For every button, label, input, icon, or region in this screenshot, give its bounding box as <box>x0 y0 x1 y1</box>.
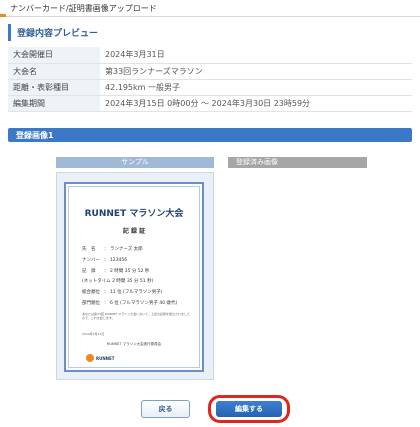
certificate-note: あなたは第33回 RUNNET マラソン大会において、上記の記録を樹立されました… <box>82 312 190 320</box>
certificate-row-value: ランナーズ 太郎 <box>109 247 143 252</box>
certificate-row-value: 11 位 (フルマラソン男子) <box>109 290 163 295</box>
row-value: 2024年3月15日 0時00分 〜 2024年3月30日 23時59分 <box>100 95 412 112</box>
certificate-row: 部門順位： 6 位 (フルマラソン男子 40 歳代) <box>82 301 178 306</box>
table-row: 大会開催日 2024年3月31日 <box>8 47 412 64</box>
registered-header: 登録済み画像 <box>228 157 367 168</box>
table-row: 大会名 第33回ランナーズマラソン <box>8 63 412 80</box>
certificate-date: 2024年3月31日 <box>82 332 105 336</box>
runnet-logo: RUNNET <box>86 354 114 362</box>
edit-button[interactable]: 編集する <box>216 401 282 417</box>
certificate-org: RUNNET マラソン大会実行委員会 <box>106 342 162 346</box>
certificate-row-key: ナンバー <box>82 258 100 263</box>
header-accent <box>0 14 6 17</box>
runnet-logo-text: RUNNET <box>96 355 115 361</box>
row-label: 大会開催日 <box>8 47 100 64</box>
back-button[interactable]: 戻る <box>141 400 190 418</box>
certificate-row-key: 記 録 <box>82 269 96 274</box>
preview-title: 登録内容プレビュー <box>17 29 99 39</box>
certificate-row-key: 氏 名 <box>82 247 96 252</box>
image-section-title: 登録画像1 <box>16 131 54 140</box>
row-value: 2024年3月31日 <box>100 47 412 64</box>
preview-table: 大会開催日 2024年3月31日 大会名 第33回ランナーズマラソン 距離・表彰… <box>8 47 412 112</box>
runnet-logo-icon <box>86 354 94 362</box>
certificate-row: (ネットタイム 2 時間 35 分 51 秒) <box>82 278 153 284</box>
certificate-row-value: 6 位 (フルマラソン男子 40 歳代) <box>109 301 178 306</box>
certificate-row: 氏 名： ランナーズ 太郎 <box>82 247 143 252</box>
table-row: 編集期間 2024年3月15日 0時00分 〜 2024年3月30日 23時59… <box>8 95 412 112</box>
table-row: 距離・表彰種目 42.195km 一般男子 <box>8 79 412 96</box>
edit-button-highlight: 編集する <box>208 395 290 423</box>
row-label: 距離・表彰種目 <box>8 79 100 96</box>
certificate-row-key: 部門順位 <box>82 301 100 306</box>
preview-section-title: 登録内容プレビュー <box>8 24 412 41</box>
certificate-row: ナンバー： 123456 <box>82 258 128 263</box>
image-section-bar: 登録画像1 <box>8 128 412 142</box>
row-label: 大会名 <box>8 63 100 80</box>
certificate-row-value: (ネットタイム 2 時間 35 分 51 秒) <box>82 279 154 284</box>
page-title: ナンバーカード/証明書画像アップロード <box>10 4 157 13</box>
page-header: ナンバーカード/証明書画像アップロード <box>0 0 420 17</box>
certificate-row: 記 録： 2 時間 35 分 52 秒 <box>82 269 150 274</box>
row-value: 第33回ランナーズマラソン <box>100 63 412 80</box>
certificate-row-key: 総合順位 <box>82 290 100 295</box>
certificate-row-value: 123456 <box>109 258 128 263</box>
sample-header: サンプル <box>56 157 214 168</box>
certificate-row-value: 2 時間 35 分 52 秒 <box>109 269 150 274</box>
certificate-title: RUNNET マラソン大会 <box>84 209 184 219</box>
certificate-subtitle: 記 録 証 <box>122 228 146 235</box>
row-value: 42.195km 一般男子 <box>100 79 412 96</box>
row-label: 編集期間 <box>8 95 100 112</box>
sample-certificate-image: RUNNET マラソン大会 記 録 証 氏 名： ランナーズ 太郎 ナンバー： … <box>64 182 204 372</box>
certificate-row: 総合順位： 11 位 (フルマラソン男子) <box>82 290 163 295</box>
